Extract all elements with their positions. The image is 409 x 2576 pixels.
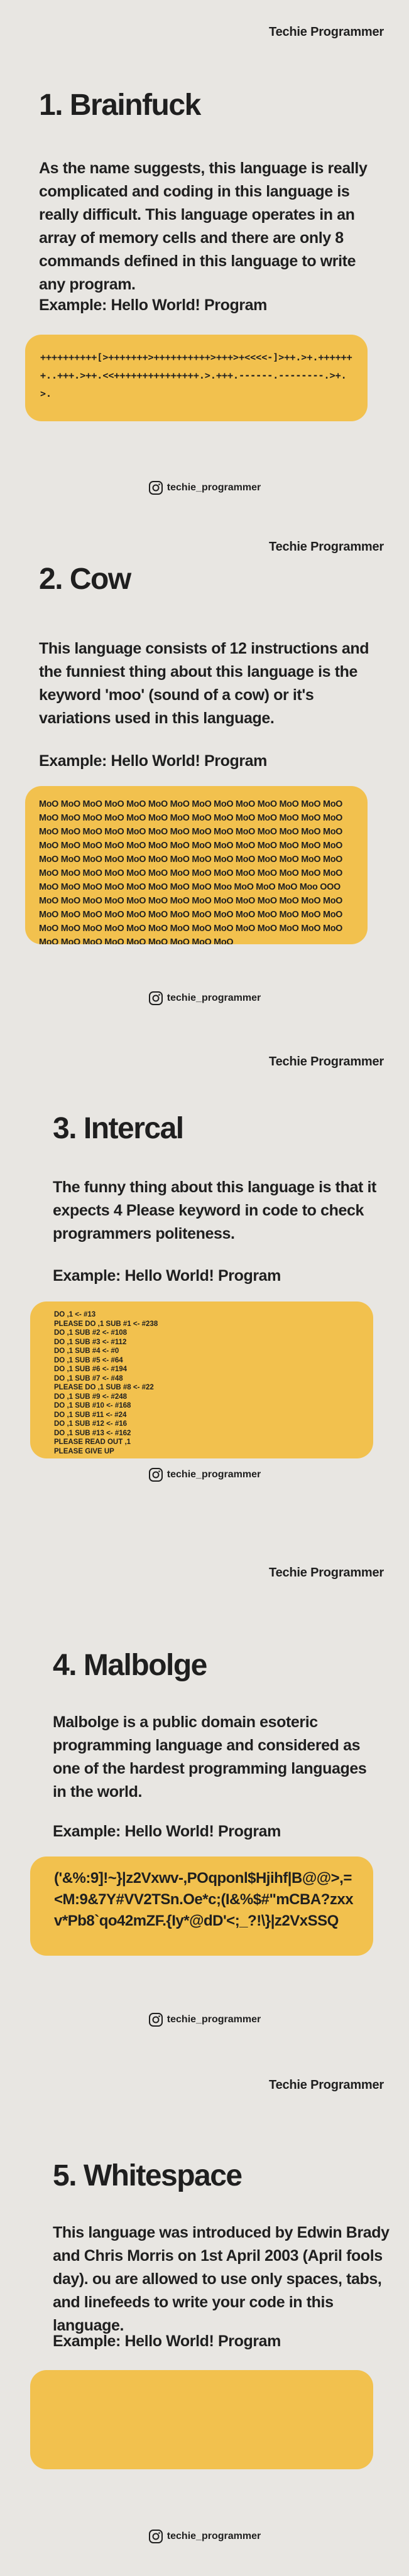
slide-whitespace: Techie Programmer 5. Whitespace This lan… bbox=[0, 2059, 409, 2574]
instagram-icon bbox=[148, 1468, 163, 1482]
code-box bbox=[30, 2370, 373, 2469]
code-snippet: ++++++++++[>+++++++>++++++++++>+++>+<<<<… bbox=[40, 352, 352, 399]
example-label: Example: Hello World! Program bbox=[39, 296, 268, 314]
example-label: Example: Hello World! Program bbox=[53, 1823, 281, 1840]
code-snippet: MoO MoO MoO MoO MoO MoO MoO MoO MoO MoO … bbox=[39, 799, 345, 944]
slide-title: 1. Brainfuck bbox=[39, 89, 201, 122]
code-line: DO ,1 SUB #7 <- #48 bbox=[54, 1374, 123, 1382]
example-label: Example: Hello World! Program bbox=[53, 2332, 281, 2350]
code-line: PLEASE DO ,1 SUB #8 <- #22 bbox=[54, 1384, 154, 1391]
instagram-handle[interactable]: techie_programmer bbox=[0, 1467, 409, 1482]
slide-cow: Techie Programmer 2. Cow This language c… bbox=[0, 515, 409, 1030]
instagram-handle-text: techie_programmer bbox=[166, 482, 261, 493]
instagram-handle-text: techie_programmer bbox=[166, 2531, 261, 2541]
code-line: DO ,1 SUB #5 <- #64 bbox=[54, 1356, 123, 1364]
code-line: DO ,1 SUB #2 <- #108 bbox=[54, 1329, 128, 1337]
code-snippet: DO ,1 <- #13 PLEASE DO ,1 SUB #1 <- #238 D… bbox=[54, 1310, 373, 1456]
instagram-icon bbox=[148, 2530, 163, 2543]
instagram-handle[interactable]: techie_programmer bbox=[0, 480, 409, 495]
code-line: DO ,1 SUB #10 <- #168 bbox=[54, 1402, 131, 1409]
code-line: DO ,1 SUB #4 <- #0 bbox=[54, 1347, 119, 1355]
slide-intercal: Techie Programmer 3. Intercal The funny … bbox=[0, 1030, 409, 1544]
code-line: DO ,1 SUB #11 <- #24 bbox=[54, 1411, 127, 1419]
code-line: DO ,1 SUB #3 <- #112 bbox=[54, 1338, 127, 1346]
slide-description: This language was introduced by Edwin Br… bbox=[53, 2224, 390, 2334]
instagram-icon bbox=[148, 991, 163, 1005]
instagram-handle-text: techie_programmer bbox=[166, 993, 261, 1003]
instagram-handle-text: techie_programmer bbox=[166, 1469, 261, 1480]
code-snippet: ('&%:9]!~}|z2Vxwv-,POqponl$Hjihf|B@@>,=<… bbox=[54, 1870, 354, 1929]
brand-name: Techie Programmer bbox=[269, 540, 384, 554]
instagram-handle-text: techie_programmer bbox=[166, 2014, 261, 2025]
code-line: PLEASE GIVE UP bbox=[54, 1447, 114, 1455]
brand-name: Techie Programmer bbox=[269, 1566, 384, 1580]
code-line: DO ,1 SUB #9 <- #248 bbox=[54, 1393, 128, 1401]
slide-malbolge: Techie Programmer 4. Malbolge Malbolge i… bbox=[0, 1544, 409, 2059]
instagram-handle[interactable]: techie_programmer bbox=[0, 2529, 409, 2544]
code-box: MoO MoO MoO MoO MoO MoO MoO MoO MoO MoO … bbox=[25, 786, 368, 944]
slide-description: As the name suggests, this language is r… bbox=[39, 159, 368, 293]
example-label: Example: Hello World! Program bbox=[53, 1267, 281, 1285]
code-line: DO ,1 <- #13 bbox=[54, 1311, 96, 1318]
code-line: PLEASE READ OUT ,1 bbox=[54, 1438, 131, 1446]
code-box: ++++++++++[>+++++++>++++++++++>+++>+<<<<… bbox=[25, 335, 368, 421]
instagram-icon bbox=[148, 481, 163, 495]
code-line: DO ,1 SUB #6 <- #194 bbox=[54, 1366, 128, 1373]
instagram-icon bbox=[148, 2013, 163, 2027]
instagram-handle[interactable]: techie_programmer bbox=[0, 991, 409, 1006]
slide-description: This language consists of 12 instruction… bbox=[39, 640, 369, 727]
code-line: PLEASE DO ,1 SUB #1 <- #238 bbox=[54, 1320, 158, 1328]
slide-title: 2. Cow bbox=[39, 563, 131, 596]
example-label: Example: Hello World! Program bbox=[39, 752, 268, 770]
slide-title: 4. Malbolge bbox=[53, 1649, 207, 1682]
instagram-handle[interactable]: techie_programmer bbox=[0, 2012, 409, 2027]
brand-name: Techie Programmer bbox=[269, 25, 384, 39]
code-box: ('&%:9]!~}|z2Vxwv-,POqponl$Hjihf|B@@>,=<… bbox=[30, 1857, 373, 1956]
slide-description: The funny thing about this language is t… bbox=[53, 1178, 376, 1242]
code-line: DO ,1 SUB #12 <- #16 bbox=[54, 1420, 128, 1428]
brand-name: Techie Programmer bbox=[269, 2078, 384, 2092]
slide-title: 3. Intercal bbox=[53, 1112, 184, 1145]
brand-name: Techie Programmer bbox=[269, 1055, 384, 1069]
slide-description: Malbolge is a public domain esoteric pro… bbox=[53, 1713, 367, 1801]
slide-brainfuck: Techie Programmer 1. Brainfuck As the na… bbox=[0, 0, 409, 515]
code-box: DO ,1 <- #13 PLEASE DO ,1 SUB #1 <- #238 D… bbox=[30, 1301, 373, 1458]
code-line: DO ,1 SUB #13 <- #162 bbox=[54, 1429, 131, 1437]
slide-title: 5. Whitespace bbox=[53, 2159, 243, 2192]
